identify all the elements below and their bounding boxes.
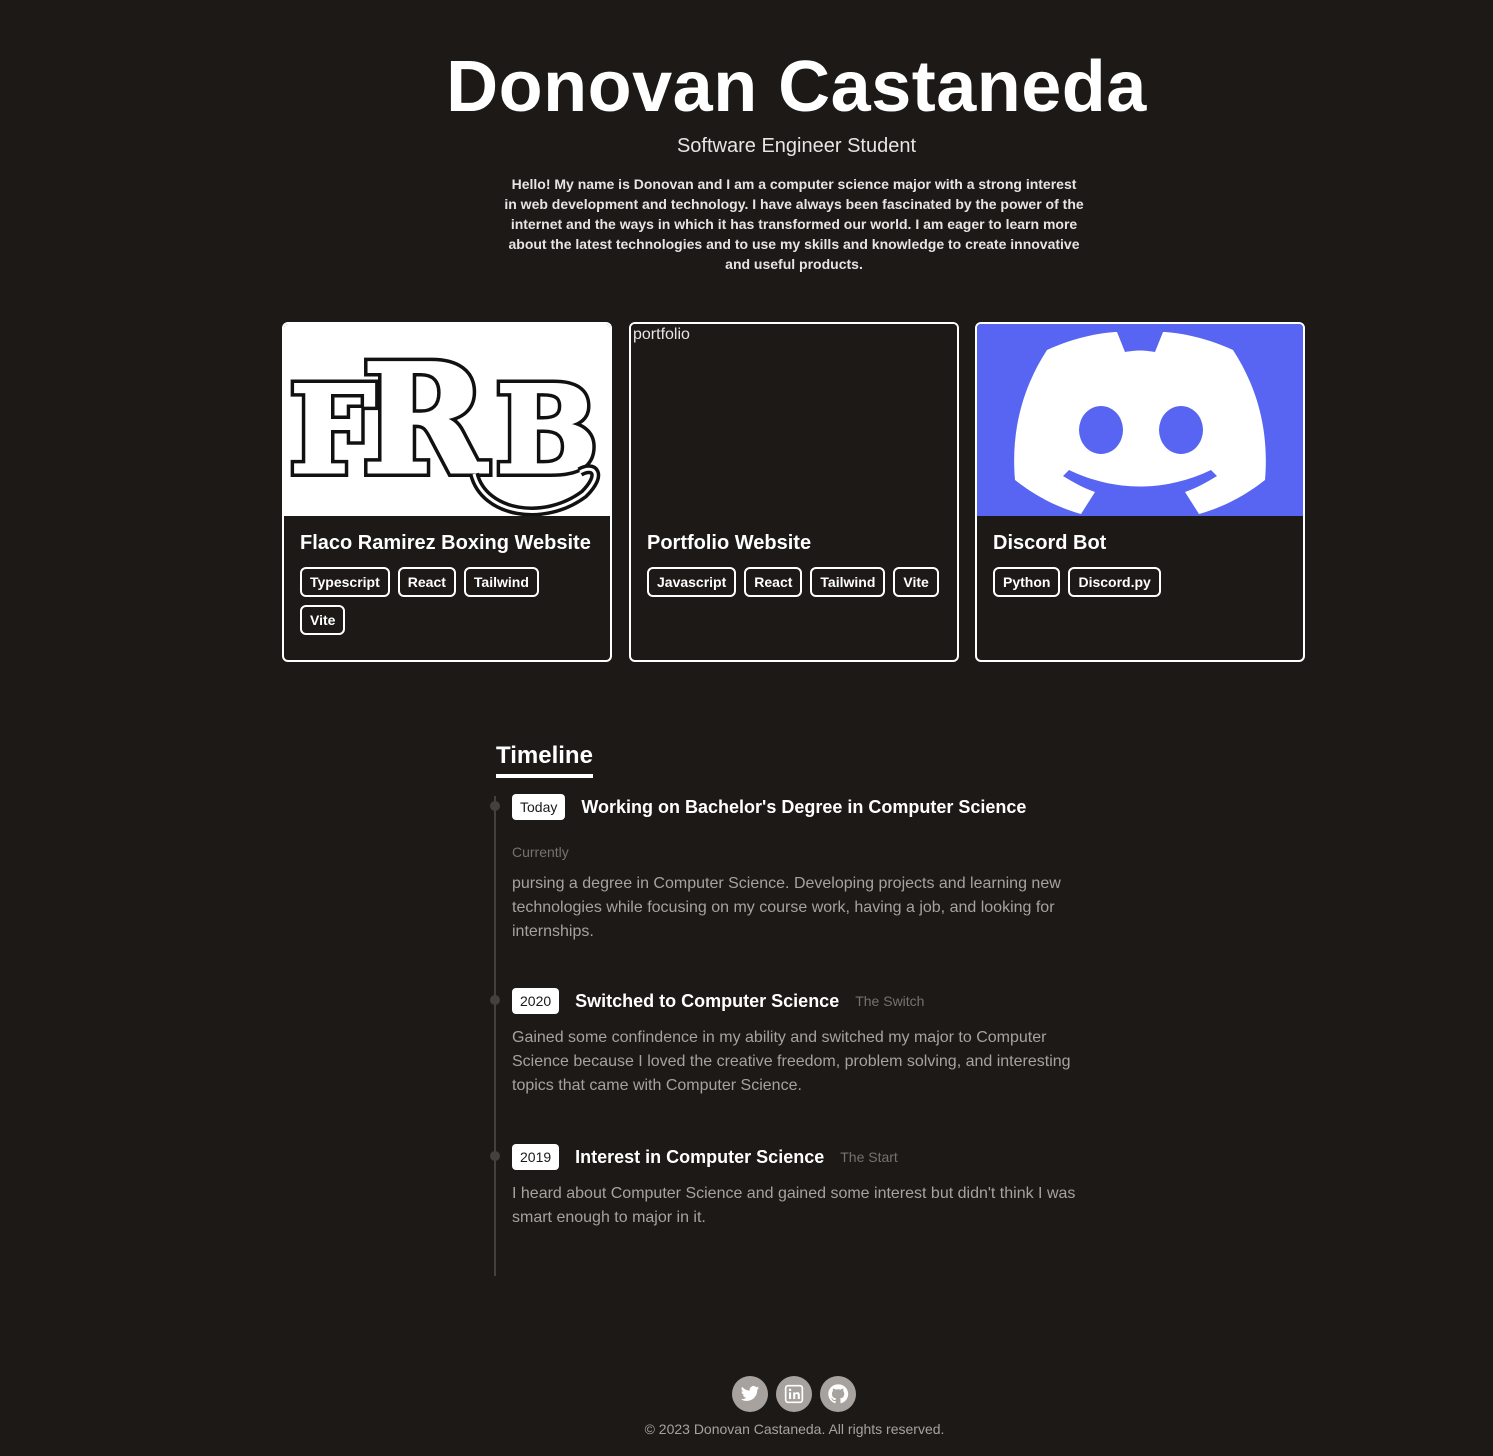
hero-name: Donovan Castaneda <box>446 47 1147 127</box>
timeline-subtitle: Currently <box>512 844 569 860</box>
project-card-portfolio[interactable]: portfolio Portfolio Website Javascript R… <box>629 322 959 662</box>
portfolio-image: portfolio <box>631 324 957 516</box>
timeline-title: Interest in Computer Science <box>575 1146 825 1167</box>
timeline-line <box>494 796 496 1276</box>
linkedin-icon[interactable] <box>776 1376 812 1412</box>
timeline-badge: 2019 <box>512 1144 560 1170</box>
footer-copyright: © 2023 Donovan Castaneda. All rights res… <box>644 1421 945 1437</box>
discord-logo-image <box>977 324 1303 516</box>
project-card-discord-bot[interactable]: Discord Bot Python Discord.py <box>975 322 1305 662</box>
broken-image-icon: portfolio <box>633 326 690 343</box>
timeline-subtitle: The Switch <box>855 993 925 1009</box>
timeline-title: Working on Bachelor's Degree in Computer… <box>581 796 1027 817</box>
tag-vite: Vite <box>893 567 939 597</box>
github-icon[interactable] <box>820 1376 856 1412</box>
tag-list: Javascript React Tailwind Vite <box>647 567 947 605</box>
tag-vite: Vite <box>300 605 346 635</box>
discord-icon <box>1014 332 1266 514</box>
tag-tailwind: Tailwind <box>810 567 886 597</box>
timeline-description: I heard about Computer Science and gaine… <box>512 1185 1076 1226</box>
timeline-description: pursing a degree in Computer Science. De… <box>512 875 1061 940</box>
timeline-title: Switched to Computer Science <box>575 990 840 1011</box>
hero-subtitle: Software Engineer Student <box>676 135 917 157</box>
project-title: Flaco Ramirez Boxing Website <box>300 532 591 554</box>
timeline-item-2019: 2019 Interest in Computer Science The St… <box>512 1144 1092 1230</box>
project-title: Discord Bot <box>993 532 1107 554</box>
project-title: Portfolio Website <box>647 532 812 554</box>
tag-discord-py: Discord.py <box>1068 567 1161 597</box>
timeline-description: Gained some confindence in my ability an… <box>512 1029 1071 1094</box>
frb-logo-image: F F R R B B <box>284 324 610 516</box>
timeline-subtitle: The Start <box>840 1149 898 1165</box>
tag-javascript: Javascript <box>647 567 737 597</box>
svg-text:B: B <box>496 360 597 501</box>
timeline-item-2020: 2020 Switched to Computer Science The Sw… <box>512 988 1092 1098</box>
timeline-item-today: Today Working on Bachelor's Degree in Co… <box>512 794 1092 944</box>
social-links <box>732 1376 864 1412</box>
timeline-dot <box>490 801 500 811</box>
timeline-dot <box>490 995 500 1005</box>
tag-react: React <box>397 567 456 597</box>
timeline-badge: 2020 <box>512 988 560 1014</box>
timeline-dot <box>490 1151 500 1161</box>
svg-text:R: R <box>362 332 488 508</box>
tag-react: React <box>744 567 803 597</box>
hero-bio: Hello! My name is Donovan and I am a com… <box>504 176 1084 272</box>
timeline-heading: Timeline <box>496 742 593 778</box>
timeline-badge: Today <box>512 794 566 820</box>
tag-list: Typescript React Tailwind Vite <box>300 567 600 643</box>
tag-list: Python Discord.py <box>993 567 1293 605</box>
project-card-frb[interactable]: F F R R B B Flaco Ramirez Boxing Website… <box>282 322 612 662</box>
tag-tailwind: Tailwind <box>463 567 539 597</box>
tag-typescript: Typescript <box>300 567 390 597</box>
twitter-icon[interactable] <box>732 1376 768 1412</box>
tag-python: Python <box>993 567 1061 597</box>
